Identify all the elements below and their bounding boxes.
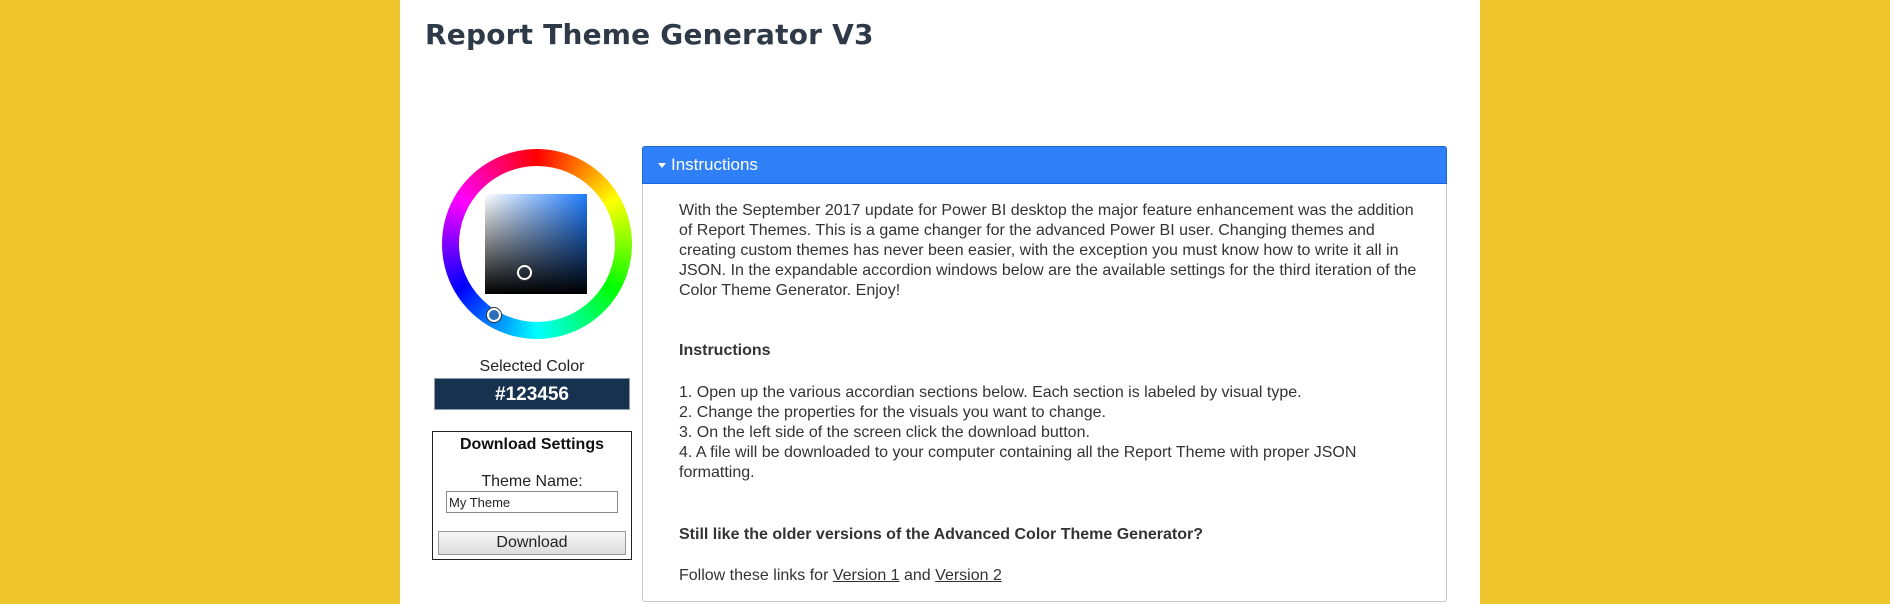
instructions-subheading: Instructions: [679, 342, 771, 359]
steps-list: 1. Open up the various accordian section…: [679, 383, 1419, 483]
accordion-header-label: Instructions: [671, 155, 758, 174]
page-title: Report Theme Generator V3: [425, 18, 874, 51]
download-settings-title: Download Settings: [460, 436, 604, 453]
saturation-value-square[interactable]: [485, 194, 587, 294]
selected-color-swatch: #123456: [434, 378, 630, 410]
saturation-handle[interactable]: [517, 265, 532, 280]
download-settings-panel: Download Settings Theme Name: Download: [432, 431, 632, 560]
color-picker[interactable]: [442, 149, 632, 339]
accordion-header-instructions[interactable]: Instructions: [642, 146, 1447, 184]
instructions-accordion: Instructions With the September 2017 upd…: [642, 146, 1447, 602]
links-prefix: Follow these links for: [679, 567, 833, 584]
step-item: 4. A file will be downloaded to your com…: [679, 444, 1357, 481]
version-2-link[interactable]: Version 2: [935, 567, 1002, 584]
theme-name-input[interactable]: [446, 491, 618, 513]
step-item: 3. On the left side of the screen click …: [679, 424, 1090, 441]
intro-paragraph: With the September 2017 update for Power…: [679, 202, 1417, 299]
selected-color-label: Selected Color: [479, 358, 585, 375]
version-1-link[interactable]: Version 1: [833, 567, 900, 584]
page-container: Report Theme Generator V3 Selected Color…: [400, 0, 1480, 604]
step-item: 1. Open up the various accordian section…: [679, 384, 1302, 401]
older-versions-heading: Still like the older versions of the Adv…: [679, 526, 1203, 543]
links-and: and: [899, 567, 936, 584]
version-links: Follow these links for Version 1 and Ver…: [679, 566, 1002, 586]
theme-name-label: Theme Name:: [481, 473, 583, 490]
caret-down-icon: [658, 163, 666, 168]
download-button[interactable]: Download: [438, 531, 626, 555]
step-item: 2. Change the properties for the visuals…: [679, 404, 1106, 421]
hue-handle[interactable]: [487, 308, 501, 322]
